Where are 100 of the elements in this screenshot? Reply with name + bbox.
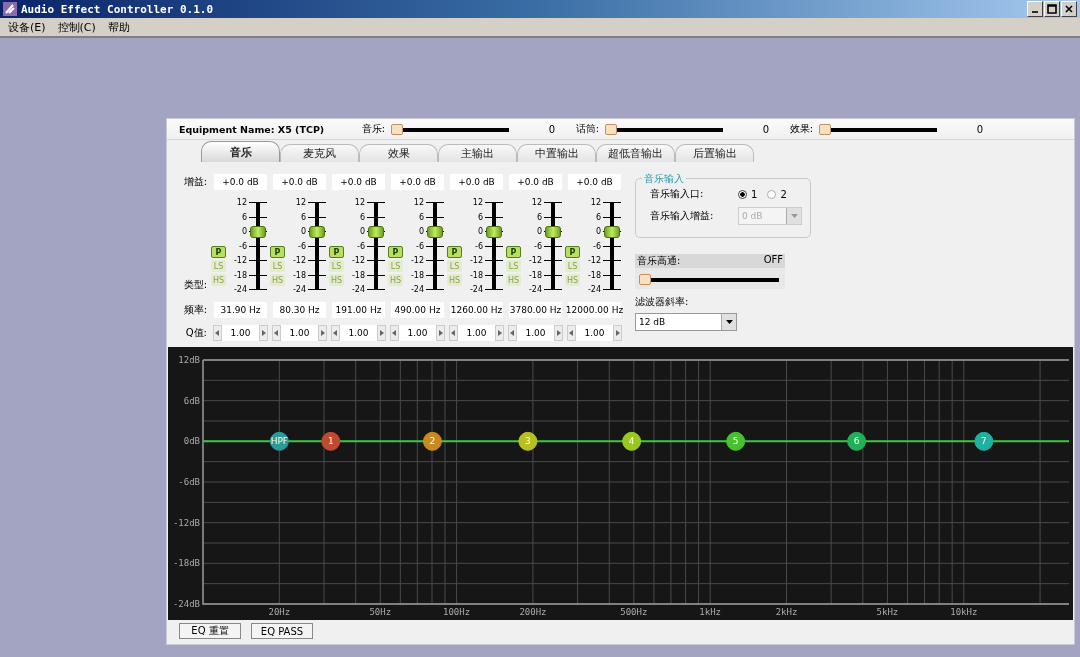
arrow-right-icon[interactable] [613,325,622,341]
scale-label: 0 [300,227,306,236]
scale-label: -12 [587,256,601,265]
x-axis-label: 10kHz [950,607,978,617]
scale-label: 12 [590,198,601,207]
scale-label: -12 [233,256,247,265]
scale-label: -18 [587,270,601,280]
frequency-field[interactable]: 191.00 Hz [332,302,385,318]
arrow-left-icon[interactable] [331,325,340,341]
caret-icon[interactable] [721,314,736,330]
arrow-left-icon[interactable] [567,325,576,341]
fader-thumb[interactable] [368,225,384,238]
filter-type-button[interactable]: P [565,246,580,258]
x-axis-label: 50Hz [369,607,392,617]
menu-item[interactable]: 设备(E) [8,19,46,35]
slider-thumb[interactable] [819,123,831,135]
scale-label: 12 [531,198,542,207]
scale-label: 6 [477,212,483,222]
arrow-right-icon[interactable] [377,325,386,341]
fader-thumb[interactable] [250,225,266,238]
arrow-left-icon[interactable] [449,325,458,341]
slope-dropdown[interactable]: 12 dB [635,313,737,331]
x-axis-label: 500Hz [620,607,648,617]
gain-field[interactable]: +0.0 dB [568,174,621,190]
gain-field[interactable]: +0.0 dB [214,174,267,190]
gain-field[interactable]: +0.0 dB [450,174,503,190]
filter-type-button[interactable]: P [506,246,521,258]
arrow-right-icon[interactable] [436,325,445,341]
frequency-field[interactable]: 490.00 Hz [391,302,444,318]
arrow-left-icon[interactable] [213,325,222,341]
arrow-left-icon[interactable] [390,325,399,341]
scale-label: 0 [241,227,247,236]
radio-button[interactable] [738,189,747,199]
arrow-right-icon[interactable] [554,325,563,341]
fader-thumb[interactable] [545,225,561,238]
scale-label: -6 [534,241,542,251]
tab[interactable]: 主输出 [438,144,517,162]
gain-label: 增益: [183,175,207,189]
arrow-right-icon[interactable] [259,325,268,341]
gain-field[interactable]: +0.0 dB [273,174,326,190]
scale-label: -12 [528,256,542,265]
scale-label: -12 [469,256,483,265]
scale-label: -18 [233,270,247,280]
filter-type-button[interactable]: P [388,246,403,258]
maximize-icon[interactable] [1044,1,1060,17]
filter-type-button[interactable]: P [447,246,462,258]
slider-thumb[interactable] [391,123,403,135]
eq-button[interactable]: EQ 重置 [179,623,241,639]
eq-button[interactable]: EQ PASS [251,623,313,639]
x-axis-label: 200Hz [519,607,547,617]
frequency-field[interactable]: 3780.00 Hz [509,302,562,318]
gain-field[interactable]: +0.0 dB [391,174,444,190]
menu-item[interactable]: 帮助 [107,19,130,35]
tab[interactable]: 音乐 [201,141,280,162]
radio-option[interactable]: 2 [767,188,787,200]
filter-type-button[interactable]: P [329,246,344,258]
y-axis-label: -12dB [172,517,200,528]
tab[interactable]: 中置输出 [517,144,596,162]
fader-thumb[interactable] [309,225,325,238]
close-icon[interactable] [1061,1,1077,17]
fader-thumb[interactable] [604,225,620,238]
arrow-left-icon[interactable] [508,325,517,341]
scale-label: 0 [536,227,542,236]
high-pass-label: 音乐高通: [637,254,681,268]
radio-label: 1 [751,188,758,200]
scale-label: -6 [416,241,424,251]
radio-button[interactable] [767,189,777,199]
fader-thumb[interactable] [427,225,443,238]
scale-label: -12 [292,256,306,265]
slider-thumb[interactable] [605,123,617,135]
radio-label: 2 [780,188,787,200]
frequency-field[interactable]: 12000.00 Hz [568,302,621,318]
radio-option[interactable]: 1 [738,188,758,200]
arrow-left-icon[interactable] [272,325,281,341]
frequency-field[interactable]: 1260.00 Hz [450,302,503,318]
arrow-right-icon[interactable] [318,325,327,341]
tab[interactable]: 后置输出 [675,144,754,162]
filter-type-button[interactable]: P [270,246,285,258]
arrow-right-icon[interactable] [495,325,504,341]
gain-field[interactable]: +0.0 dB [332,174,385,190]
scale-label: 0 [477,227,483,236]
minimize-icon[interactable] [1027,1,1043,17]
tab[interactable]: 效果 [359,144,438,162]
scale-label: -24 [587,285,601,294]
scale-label: 12 [413,198,424,207]
scale-label: 6 [418,212,424,222]
menu-item[interactable]: 控制(C) [57,19,96,35]
y-axis-label: -18dB [172,558,200,569]
slider-thumb[interactable] [639,274,651,285]
filter-type-button[interactable]: P [211,246,226,258]
frequency-field[interactable]: 80.30 Hz [273,302,326,318]
q-label: Q值: [185,326,207,340]
scale-label: -6 [593,241,601,251]
frequency-field[interactable]: 31.90 Hz [214,302,267,318]
band-node[interactable]: 1 [321,431,341,451]
tab[interactable]: 麦克风 [280,144,359,162]
gain-field[interactable]: +0.0 dB [509,174,562,190]
fader-thumb[interactable] [486,225,502,238]
tab[interactable]: 超低音输出 [596,144,675,162]
y-axis-label: 6dB [183,395,200,406]
